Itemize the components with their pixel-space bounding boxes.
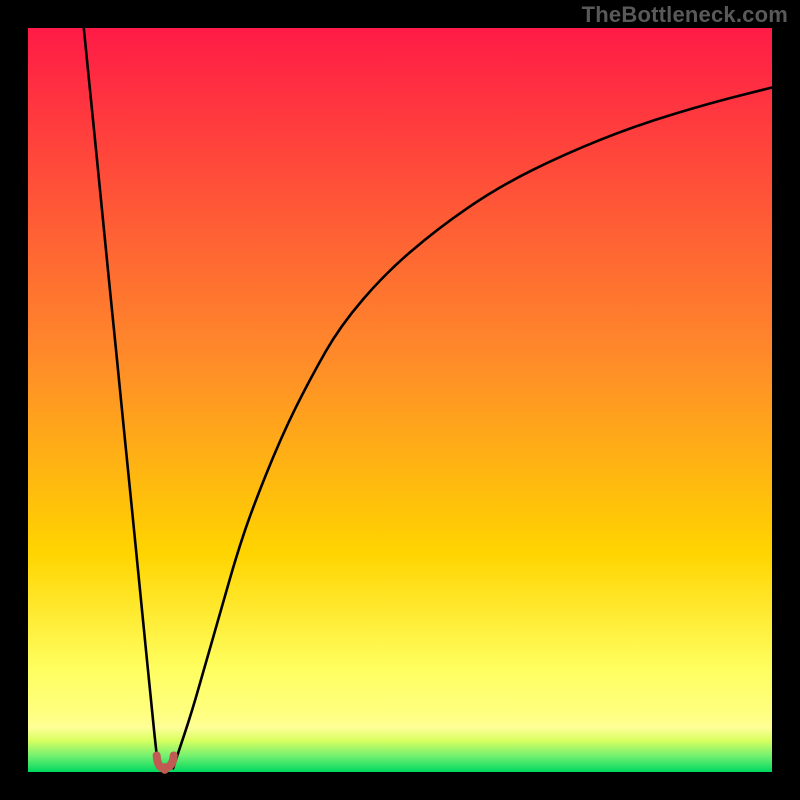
bottleneck-chart	[0, 0, 800, 800]
plot-baseline-band	[28, 727, 772, 772]
plot-background	[28, 28, 772, 757]
watermark-text: TheBottleneck.com	[582, 2, 788, 28]
chart-frame: { "watermark": "TheBottleneck.com", "cha…	[0, 0, 800, 800]
